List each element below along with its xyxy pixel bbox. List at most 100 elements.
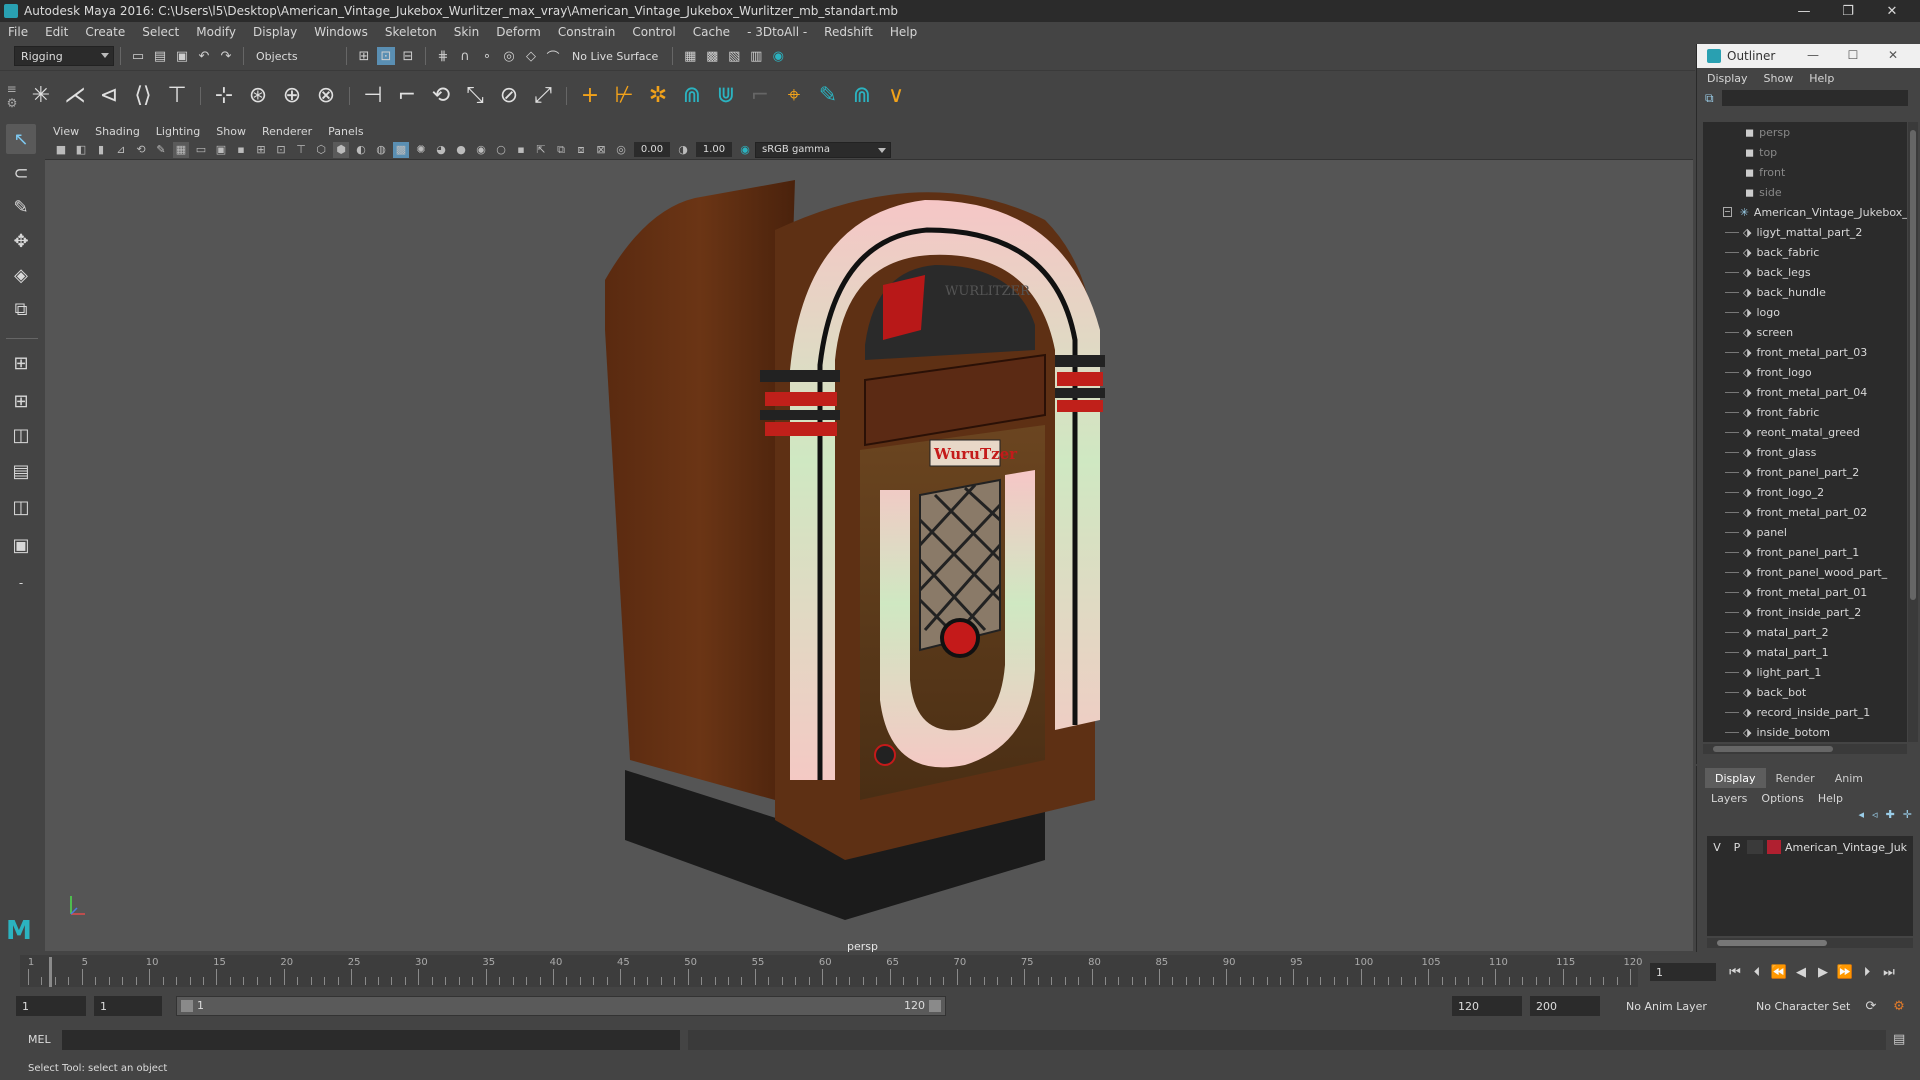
step-forward-key-icon[interactable]: ⏵ bbox=[1858, 963, 1876, 981]
close-button[interactable]: ✕ bbox=[1870, 0, 1914, 22]
vp-menu-panels[interactable]: Panels bbox=[328, 125, 363, 138]
move-layer-down-icon[interactable]: ◃ bbox=[1872, 808, 1878, 826]
grid-icon[interactable]: ▦ bbox=[173, 141, 189, 158]
paint-select-icon[interactable]: ✎ bbox=[6, 192, 36, 222]
resolution-gate-icon[interactable]: ▣ bbox=[213, 142, 229, 158]
outliner-item-side[interactable]: ◼ side bbox=[1703, 182, 1907, 202]
animation-end-field[interactable]: 200 bbox=[1530, 996, 1600, 1016]
component-editor-icon[interactable]: ✎ bbox=[812, 80, 844, 112]
image-plane-icon[interactable]: ⊿ bbox=[113, 142, 129, 158]
outliner-item[interactable]: ⬗ screen bbox=[1703, 322, 1907, 342]
vp-menu-show[interactable]: Show bbox=[216, 125, 246, 138]
select-component-icon[interactable]: ⊟ bbox=[399, 47, 417, 65]
outliner-item[interactable]: ⬗ logo bbox=[1703, 302, 1907, 322]
new-layer-selected-icon[interactable]: ✛ bbox=[1903, 808, 1912, 826]
outliner-item-top[interactable]: ◼ top bbox=[1703, 142, 1907, 162]
mirror-joint-icon[interactable]: ⊤ bbox=[161, 80, 193, 112]
snap-surface-icon[interactable]: ◇ bbox=[522, 47, 540, 65]
2d-pan-icon[interactable]: ⟲ bbox=[133, 142, 149, 158]
persp-graph-icon[interactable]: ▤ bbox=[6, 456, 36, 486]
menu-help[interactable]: Help bbox=[890, 25, 917, 39]
paint-weights-icon[interactable]: ⌖ bbox=[778, 80, 810, 112]
xray-icon[interactable]: ⧉ bbox=[553, 142, 569, 158]
exposure-field[interactable]: 0.00 bbox=[634, 142, 670, 157]
range-bar[interactable]: 1 120 bbox=[176, 996, 946, 1016]
side-by-side-icon[interactable]: ◫ bbox=[6, 420, 36, 450]
render-settings-icon[interactable]: ▥ bbox=[747, 47, 765, 65]
menu-deform[interactable]: Deform bbox=[496, 25, 541, 39]
vp-menu-view[interactable]: View bbox=[53, 125, 79, 138]
menu-redshift[interactable]: Redshift bbox=[824, 25, 873, 39]
outliner-item[interactable]: ⬗ front_metal_part_03 bbox=[1703, 342, 1907, 362]
outliner-item[interactable]: ⬗ front_metal_part_04 bbox=[1703, 382, 1907, 402]
outliner-tree[interactable]: ◼ persp ◼ top ◼ front ◼ side − ✳ American_Vint… bbox=[1703, 122, 1907, 742]
gamma-icon[interactable]: ◑ bbox=[675, 142, 691, 158]
textured-icon[interactable]: ▩ bbox=[393, 141, 409, 158]
undo-icon[interactable]: ↶ bbox=[195, 47, 213, 65]
v-shelf-icon[interactable]: ∨ bbox=[880, 80, 912, 112]
outliner-item-persp[interactable]: ◼ persp bbox=[1703, 122, 1907, 142]
layer-name[interactable]: American_Vintage_Juk bbox=[1785, 841, 1907, 854]
go-to-end-icon[interactable]: ⏭ bbox=[1880, 963, 1898, 981]
grease-pencil-icon[interactable]: ✎ bbox=[153, 142, 169, 158]
hypershade-icon[interactable]: ◉ bbox=[769, 47, 787, 65]
scrollbar-thumb[interactable] bbox=[1713, 746, 1833, 752]
menu-3dtoall[interactable]: - 3DtoAll - bbox=[747, 25, 807, 39]
outliner-menu-show[interactable]: Show bbox=[1764, 72, 1794, 85]
menu-file[interactable]: File bbox=[8, 25, 28, 39]
step-back-frame-icon[interactable]: ⏪ bbox=[1770, 963, 1788, 981]
time-slider-track[interactable]: 1 5 10 15 20 25 30 35 40 45 50 55 60 65 70 75 80 85 90 95 10… bbox=[20, 955, 1643, 987]
outliner-item[interactable]: ⬗ ligyt_mattal_part_2 bbox=[1703, 222, 1907, 242]
current-frame-field[interactable]: 1 bbox=[1650, 963, 1716, 981]
menu-cache[interactable]: Cache bbox=[693, 25, 730, 39]
redo-icon[interactable]: ↷ bbox=[217, 47, 235, 65]
menu-skin[interactable]: Skin bbox=[454, 25, 480, 39]
tab-anim[interactable]: Anim bbox=[1825, 768, 1873, 788]
quick-rig-icon[interactable]: ✲ bbox=[642, 80, 674, 112]
use-all-lights-icon[interactable]: ✺ bbox=[413, 142, 429, 158]
rotate-tool-icon[interactable]: ◈ bbox=[6, 260, 36, 290]
tab-render[interactable]: Render bbox=[1766, 768, 1825, 788]
humanik-icon[interactable]: ⋒ bbox=[676, 80, 708, 112]
shelf-options-icon[interactable]: ≡ ⚙ bbox=[0, 74, 24, 118]
script-editor-icon[interactable]: ▤ bbox=[1893, 1032, 1905, 1047]
shadows-icon[interactable]: ◕ bbox=[433, 142, 449, 158]
select-hierarchy-icon[interactable]: ⊞ bbox=[355, 47, 373, 65]
smooth-skin-icon[interactable]: ⊛ bbox=[242, 80, 274, 112]
isolate-select-icon[interactable]: ⇱ bbox=[533, 142, 549, 158]
xray-active-icon[interactable]: ⧈ bbox=[573, 142, 589, 158]
menu-select[interactable]: Select bbox=[142, 25, 179, 39]
parent-constraint-icon[interactable]: ⊘ bbox=[493, 80, 525, 112]
outliner-item[interactable]: ⬗ inside_botom bbox=[1703, 722, 1907, 742]
scrollbar-thumb[interactable] bbox=[1717, 940, 1827, 946]
outliner-horizontal-scrollbar[interactable] bbox=[1703, 744, 1907, 754]
outliner-item[interactable]: ⬗ front_metal_part_01 bbox=[1703, 582, 1907, 602]
outliner-item-group[interactable]: − ✳ American_Vintage_Jukebox_ bbox=[1703, 202, 1907, 222]
select-tool-icon[interactable]: ↖ bbox=[6, 124, 36, 154]
gamma-field[interactable]: 1.00 bbox=[696, 142, 732, 157]
menu-modify[interactable]: Modify bbox=[196, 25, 236, 39]
new-scene-icon[interactable]: ▭ bbox=[129, 47, 147, 65]
snap-point-icon[interactable]: ∘ bbox=[478, 47, 496, 65]
lattice-icon[interactable]: ⊕ bbox=[276, 80, 308, 112]
point-constraint-icon[interactable]: ⊣ bbox=[357, 80, 389, 112]
joint-tool-icon[interactable]: ✳ bbox=[25, 80, 57, 112]
safe-action-icon[interactable]: ⊡ bbox=[273, 142, 289, 158]
step-forward-frame-icon[interactable]: ⏩ bbox=[1836, 963, 1854, 981]
command-input[interactable] bbox=[62, 1030, 680, 1050]
filter-icon[interactable]: ⧉ bbox=[1705, 91, 1714, 106]
color-management-icon[interactable]: ◉ bbox=[737, 142, 753, 158]
pole-vector-icon[interactable]: ⤢ bbox=[527, 80, 559, 112]
persp-hypershade-icon[interactable]: ▣ bbox=[6, 530, 36, 560]
outliner-menu-display[interactable]: Display bbox=[1707, 72, 1748, 85]
make-live-icon[interactable]: ⌒ bbox=[544, 47, 562, 66]
outliner-item[interactable]: ⬗ light_part_1 bbox=[1703, 662, 1907, 682]
outliner-item[interactable]: ⬗ front_panel_wood_part_ bbox=[1703, 562, 1907, 582]
new-layer-icon[interactable]: ✚ bbox=[1886, 808, 1895, 826]
snap-curve-icon[interactable]: ∩ bbox=[456, 47, 474, 65]
vp-menu-shading[interactable]: Shading bbox=[95, 125, 140, 138]
selection-mask-dropdown[interactable]: Objects bbox=[250, 46, 340, 66]
layer-playback-toggle[interactable]: P bbox=[1727, 841, 1747, 854]
motion-blur-icon[interactable]: ◉ bbox=[473, 142, 489, 158]
outliner-search-input[interactable] bbox=[1721, 90, 1908, 106]
